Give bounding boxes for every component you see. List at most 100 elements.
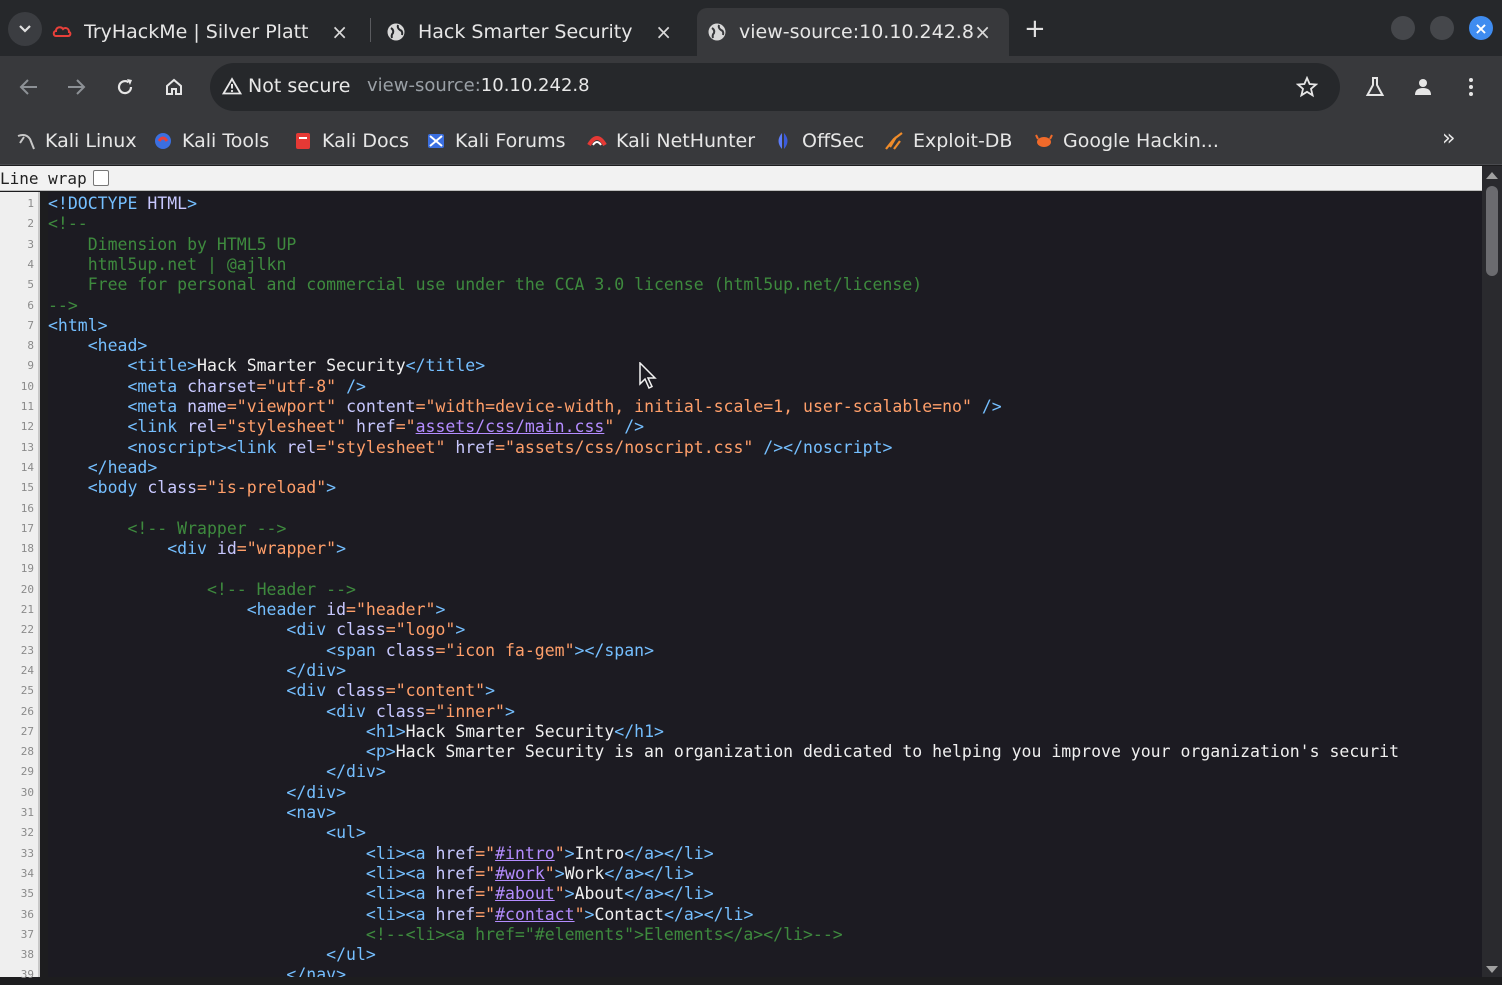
- source-line: <ul>: [326, 823, 366, 843]
- line-number: 35: [20, 887, 34, 901]
- site-info-button[interactable]: Not secure: [222, 75, 351, 97]
- line-number: 1: [27, 197, 34, 210]
- source-line: Free for personal and commercial use und…: [87, 275, 923, 295]
- star-icon: [1296, 76, 1318, 98]
- source-line: <div id="wrapper">: [167, 539, 347, 559]
- bookmark-kali-nethunter[interactable]: Kali NetHunter: [587, 126, 755, 156]
- line-number: 28: [20, 745, 34, 759]
- close-icon: ×: [1474, 18, 1488, 38]
- url-scheme: view-source:: [367, 75, 481, 96]
- line-number: 14: [20, 460, 34, 474]
- reload-button[interactable]: [112, 74, 138, 100]
- line-wrap-toggle: Line wrap: [0, 166, 1482, 191]
- scrollbar-thumb[interactable]: [1486, 186, 1498, 276]
- bookmark-label: Kali Forums: [455, 130, 566, 152]
- source-line: <li><a href="#intro">Intro</a></li>: [365, 843, 714, 863]
- bookmark-exploit-db[interactable]: Exploit-DB: [884, 126, 1012, 156]
- line-number: 17: [20, 521, 34, 535]
- bookmark-label: Kali Linux: [45, 130, 137, 152]
- bookmark-label: Exploit-DB: [913, 130, 1013, 152]
- url-host: 10.10.242.8: [480, 75, 590, 96]
- arrow-right-icon: [68, 79, 86, 95]
- forward-button[interactable]: [63, 74, 89, 100]
- bookmark-label: OffSec: [802, 130, 865, 152]
- source-line: <div class="logo">: [286, 620, 466, 640]
- source-code-view[interactable]: <!DOCTYPE HTML> <!-- Dimension by HTML5 U…: [48, 192, 1482, 977]
- minimize-window-button[interactable]: [1391, 16, 1415, 40]
- close-tab-icon[interactable]: ×: [331, 20, 348, 44]
- tab-title: TryHackMe | Silver Platte: [84, 21, 308, 43]
- bookmark-kali-linux[interactable]: Kali Linux: [16, 126, 137, 156]
- warning-icon: [222, 77, 242, 95]
- mouse-pointer-icon: [639, 362, 657, 390]
- source-line: <div class="inner">: [326, 701, 515, 721]
- kali-linux-icon: [17, 134, 35, 150]
- source-line: <h1>Hack Smarter Security</h1>: [365, 721, 664, 741]
- source-line: <div class="content">: [286, 681, 496, 701]
- line-number-gutter: 1 2 3 4 5 6 7 8 9 10 11 12 13 14 15 16 17 18 19 20 21 22 23 24 2…: [0, 192, 40, 981]
- line-wrap-checkbox[interactable]: [92, 170, 109, 186]
- line-wrap-label: Line wrap: [0, 168, 87, 188]
- bookmark-kali-tools[interactable]: Kali Tools: [153, 126, 269, 156]
- line-number: 29: [20, 765, 34, 779]
- bookmark-offsec[interactable]: OffSec: [773, 126, 864, 156]
- close-window-button[interactable]: ×: [1469, 16, 1493, 40]
- bookmark-label: Kali Tools: [182, 130, 270, 152]
- flask-icon: [1365, 77, 1385, 96]
- line-number: 39: [20, 968, 34, 982]
- bookmark-google-hacking[interactable]: Google Hackin...: [1034, 126, 1219, 156]
- kali-tools-icon: [155, 133, 171, 149]
- line-number: 34: [20, 866, 34, 880]
- tab-tryhackme[interactable]: TryHackMe | Silver Platte ×: [52, 8, 366, 56]
- source-line: <title>Hack Smarter Security</title>: [127, 356, 486, 376]
- more-vertical-icon: [1469, 78, 1473, 96]
- bookmark-kali-forums[interactable]: Kali Forums: [426, 126, 566, 156]
- new-tab-button[interactable]: +: [1024, 14, 1046, 44]
- source-line: <!-- Header -->: [206, 579, 356, 599]
- labs-button[interactable]: [1362, 74, 1388, 100]
- line-number: 12: [20, 420, 34, 434]
- line-number: 30: [20, 785, 34, 799]
- menu-button[interactable]: [1458, 74, 1484, 100]
- address-bar[interactable]: Not secure view-source:10.10.242.8: [210, 63, 1340, 111]
- line-number: 6: [27, 298, 34, 312]
- source-line: </ul>: [326, 945, 376, 965]
- line-number: 31: [20, 806, 34, 819]
- line-number: 24: [20, 663, 34, 677]
- close-tab-icon[interactable]: ×: [974, 20, 991, 44]
- line-number: 33: [20, 846, 34, 860]
- url-text[interactable]: view-source:10.10.242.8: [367, 75, 590, 96]
- line-number: 10: [20, 379, 34, 393]
- maximize-window-button[interactable]: [1430, 16, 1454, 40]
- kali-nethunter-icon: [587, 136, 607, 147]
- globe-icon: [387, 23, 405, 41]
- source-line: <li><a href="#about">About</a></li>: [365, 884, 714, 904]
- tab-search-button[interactable]: [8, 12, 42, 46]
- offsec-icon: [778, 133, 788, 149]
- profile-button[interactable]: [1410, 74, 1436, 100]
- bookmark-star-button[interactable]: [1294, 74, 1320, 100]
- back-button[interactable]: [16, 74, 42, 100]
- line-number: 23: [20, 643, 34, 657]
- tryhackme-icon: [52, 26, 72, 37]
- scroll-up-arrow-icon[interactable]: [1486, 172, 1498, 179]
- line-number: 22: [20, 623, 34, 637]
- close-tab-icon[interactable]: ×: [655, 20, 672, 44]
- line-number: 21: [20, 603, 34, 616]
- line-number: 16: [20, 501, 34, 515]
- more-bookmarks-button[interactable]: »: [1442, 126, 1455, 151]
- line-number: 32: [20, 826, 34, 840]
- tab-hack-smarter-security[interactable]: Hack Smarter Security ×: [376, 8, 690, 56]
- vertical-scrollbar[interactable]: [1482, 166, 1502, 977]
- globe-icon: [708, 23, 726, 41]
- home-button[interactable]: [161, 74, 187, 100]
- source-line: </nav>: [286, 965, 347, 977]
- tab-view-source[interactable]: view-source:10.10.242.8 ×: [697, 8, 1009, 56]
- tab-strip: TryHackMe | Silver Platte × Hack Smarter…: [0, 0, 1502, 56]
- not-secure-label: Not secure: [248, 75, 351, 97]
- source-line: <!DOCTYPE HTML>: [48, 194, 198, 213]
- source-line: <meta name="viewport" content="width=dev…: [127, 397, 1002, 416]
- bookmark-kali-docs[interactable]: Kali Docs: [293, 126, 409, 156]
- scroll-down-arrow-icon[interactable]: [1486, 966, 1498, 973]
- source-line: </div>: [286, 782, 347, 802]
